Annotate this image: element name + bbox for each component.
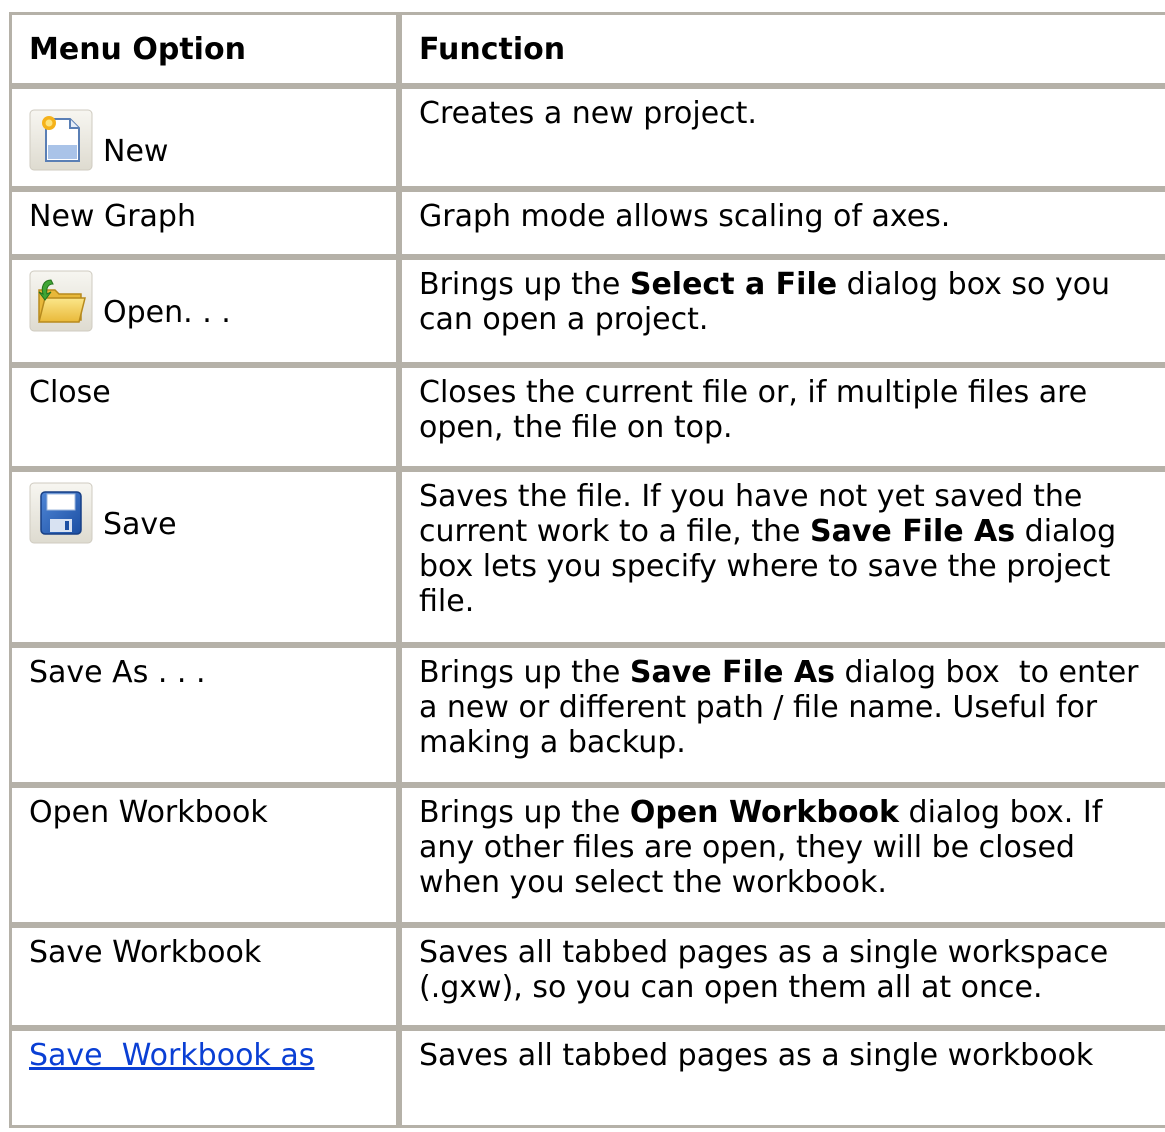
option-cell-close: Close: [9, 365, 399, 469]
option-cell-save-as: Save As . . .: [9, 645, 399, 785]
option-label: Save As . . .: [29, 655, 206, 690]
floppy-disk-icon: [29, 482, 93, 544]
function-cell: Graph mode allows scaling of axes.: [399, 189, 1165, 257]
option-label: Save Workbook: [29, 935, 262, 970]
function-cell: Brings up the Select a File dialog box s…: [399, 257, 1165, 365]
new-file-icon: [29, 109, 93, 171]
header-function: Function: [399, 12, 1165, 86]
option-cell-new: New: [9, 86, 399, 189]
option-label: New: [103, 134, 169, 169]
table-row: New Graph Graph mode allows scaling of a…: [9, 189, 1165, 257]
menu-options-table-frame: Menu Option Function New Creates a new p…: [9, 12, 1165, 1132]
table-row: Save Workbook Saves all tabbed pages as …: [9, 925, 1165, 1028]
function-cell: Closes the current file or, if multiple …: [399, 365, 1165, 469]
function-cell: Brings up the Open Workbook dialog box. …: [399, 785, 1165, 925]
option-label: Open. . .: [103, 295, 231, 330]
option-cell-new-graph: New Graph: [9, 189, 399, 257]
function-cell: Saves all tabbed pages as a single works…: [399, 925, 1165, 1028]
option-label: Open Workbook: [29, 795, 268, 830]
option-label: Save: [103, 507, 177, 542]
function-cell: Saves the file. If you have not yet save…: [399, 469, 1165, 645]
function-cell: Creates a new project.: [399, 86, 1165, 189]
option-label: Close: [29, 375, 111, 410]
option-cell-open: Open. . .: [9, 257, 399, 365]
header-menu-option: Menu Option: [9, 12, 399, 86]
option-cell-save: Save: [9, 469, 399, 645]
table-row: Open. . . Brings up the Select a File di…: [9, 257, 1165, 365]
function-cell: Brings up the Save File As dialog box to…: [399, 645, 1165, 785]
table-row: Save Workbook as Saves all tabbed pages …: [9, 1028, 1165, 1128]
table-header-row: Menu Option Function: [9, 12, 1165, 86]
table-row: New Creates a new project.: [9, 86, 1165, 189]
option-cell-open-workbook: Open Workbook: [9, 785, 399, 925]
table-row: Open Workbook Brings up the Open Workboo…: [9, 785, 1165, 925]
open-folder-icon: [29, 270, 93, 332]
table-row: Close Closes the current file or, if mul…: [9, 365, 1165, 469]
save-workbook-as-link[interactable]: Save Workbook as: [29, 1038, 314, 1073]
option-cell-save-workbook-as: Save Workbook as: [9, 1028, 399, 1128]
option-label: New Graph: [29, 199, 196, 234]
menu-options-table: Menu Option Function New Creates a new p…: [9, 12, 1165, 1128]
function-cell: Saves all tabbed pages as a single workb…: [399, 1028, 1165, 1128]
table-row: Save As . . . Brings up the Save File As…: [9, 645, 1165, 785]
option-cell-save-workbook: Save Workbook: [9, 925, 399, 1028]
table-row: Save Saves the file. If you have not yet…: [9, 469, 1165, 645]
